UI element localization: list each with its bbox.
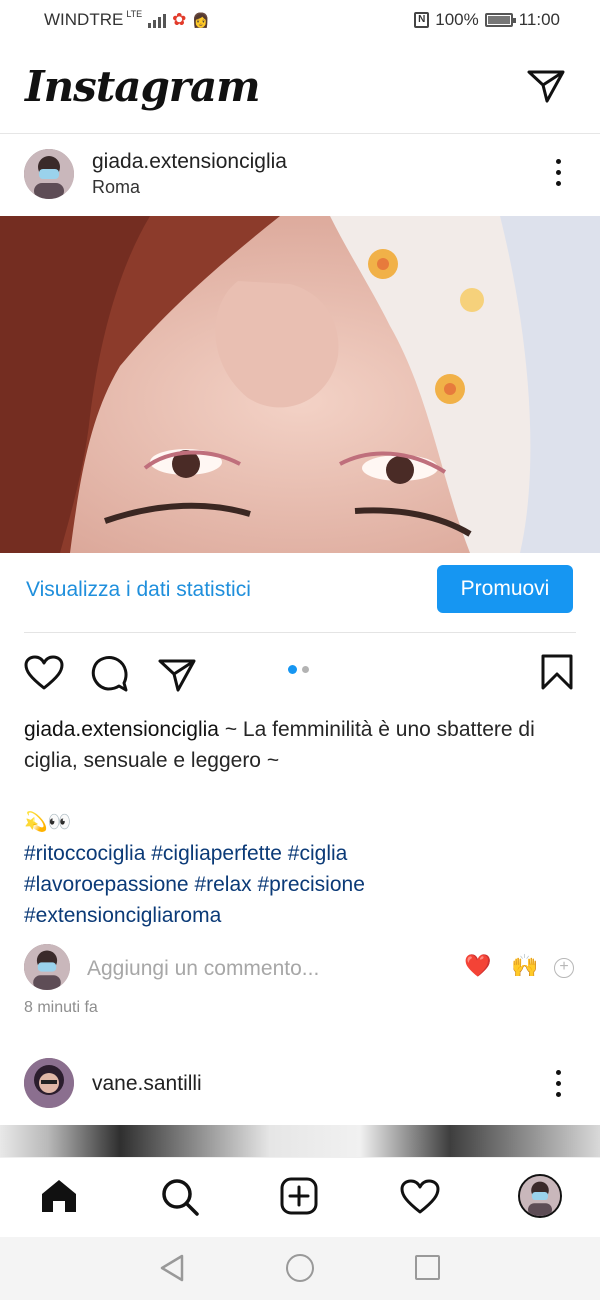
battery-icon bbox=[484, 13, 516, 27]
system-status: N 100% 11:00 bbox=[414, 10, 560, 30]
promote-button[interactable]: Promuovi bbox=[437, 565, 573, 613]
notification-badge-icon: 👩 bbox=[192, 11, 210, 28]
battery-percent: 100% bbox=[435, 10, 479, 29]
post-header: giada.extensionciglia Roma bbox=[0, 134, 600, 216]
view-insights-link[interactable]: Visualizza i dati statistici bbox=[26, 578, 251, 602]
back-icon[interactable] bbox=[158, 1253, 186, 1288]
bookmark-icon[interactable] bbox=[540, 653, 574, 696]
home-nav-icon[interactable] bbox=[286, 1254, 314, 1282]
post-caption: giada.extensionciglia ~ La femminilità è… bbox=[24, 714, 584, 931]
post-timestamp: 8 minuti fa bbox=[24, 999, 98, 1016]
nfc-icon: N bbox=[414, 12, 430, 28]
search-icon[interactable] bbox=[160, 1177, 200, 1222]
carousel-dot bbox=[302, 666, 309, 673]
share-icon[interactable] bbox=[157, 657, 197, 698]
more-reactions-icon[interactable]: + bbox=[554, 958, 574, 978]
instagram-logo[interactable]: Instagram bbox=[25, 62, 261, 111]
hashtag-line[interactable]: #ritoccociglia #cigliaperfette #ciglia bbox=[24, 838, 584, 869]
home-icon[interactable] bbox=[40, 1178, 78, 1219]
carrier-name: WINDTRE bbox=[44, 10, 124, 29]
carousel-indicator bbox=[288, 665, 309, 674]
status-bar: WINDTRE LTE ✿ 👩 N 100% 11:00 bbox=[0, 0, 600, 40]
carrier-info: WINDTRE LTE ✿ 👩 bbox=[44, 9, 210, 30]
caption-main: giada.extensionciglia ~ La femminilità è… bbox=[24, 714, 584, 776]
network-type: LTE bbox=[126, 9, 143, 19]
recents-icon[interactable] bbox=[415, 1255, 440, 1280]
hashtag-line[interactable]: #lavoroepassione #relax #precisione bbox=[24, 869, 584, 900]
direct-message-icon[interactable] bbox=[526, 68, 566, 109]
activity-heart-icon[interactable] bbox=[400, 1179, 440, 1220]
caption-username[interactable]: giada.extensionciglia bbox=[24, 718, 219, 741]
post-location[interactable]: Roma bbox=[92, 177, 140, 198]
next-post-image[interactable] bbox=[0, 1125, 600, 1157]
add-comment-row: Aggiungi un commento... ❤️ 🙌 + bbox=[0, 941, 600, 993]
caption-emoji: 💫👀 bbox=[24, 812, 72, 833]
current-user-avatar[interactable] bbox=[24, 944, 70, 990]
bottom-tab-bar bbox=[0, 1157, 600, 1237]
quick-reaction-hands[interactable]: 🙌 bbox=[511, 953, 538, 979]
divider bbox=[24, 632, 576, 633]
clock: 11:00 bbox=[518, 10, 560, 29]
signal-icon bbox=[148, 12, 167, 28]
comment-icon[interactable] bbox=[91, 655, 129, 698]
next-post-options-icon[interactable] bbox=[556, 1070, 562, 1098]
post-actions bbox=[0, 647, 600, 703]
next-post-username[interactable]: vane.santilli bbox=[92, 1072, 202, 1096]
hashtag-line[interactable]: #extensioncigliaroma bbox=[24, 900, 584, 931]
next-post-header: vane.santilli bbox=[0, 1055, 600, 1113]
create-post-icon[interactable] bbox=[280, 1177, 318, 1220]
profile-avatar-icon[interactable] bbox=[518, 1174, 562, 1218]
like-heart-icon[interactable] bbox=[24, 655, 64, 696]
post-author-username[interactable]: giada.extensionciglia bbox=[92, 150, 287, 174]
system-navigation-bar bbox=[0, 1237, 600, 1300]
next-post-author-avatar[interactable] bbox=[24, 1058, 74, 1108]
post-image[interactable] bbox=[0, 216, 600, 553]
app-header: Instagram bbox=[0, 40, 600, 134]
carousel-dot-active bbox=[288, 665, 297, 674]
notification-flower-icon: ✿ bbox=[172, 10, 187, 29]
comment-input[interactable]: Aggiungi un commento... bbox=[87, 957, 319, 981]
more-options-icon[interactable] bbox=[556, 159, 562, 187]
post-author-avatar[interactable] bbox=[24, 149, 74, 199]
quick-reaction-heart[interactable]: ❤️ bbox=[464, 953, 491, 979]
